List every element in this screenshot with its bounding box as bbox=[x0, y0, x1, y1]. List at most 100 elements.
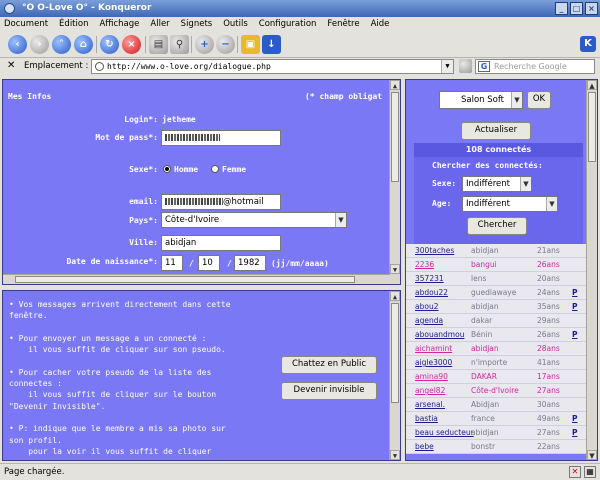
chat-public-button[interactable]: Chattez en Public bbox=[281, 356, 377, 374]
user-pseudo-link[interactable]: 357231 bbox=[415, 272, 444, 286]
scroll-up-icon[interactable]: ▲ bbox=[587, 80, 597, 90]
scroll-up-icon[interactable]: ▲ bbox=[390, 291, 400, 301]
menu-affichage[interactable]: Affichage bbox=[99, 17, 139, 31]
sidebar-sex-select[interactable]: Indifférent ▼ bbox=[462, 176, 532, 192]
sex-radio-homme[interactable] bbox=[163, 165, 171, 173]
date-format-hint: (jj/mm/aaaa) bbox=[271, 259, 329, 268]
birth-year-field[interactable]: 1982 bbox=[234, 255, 266, 271]
list-item: abdou22 guediawaye 24ans P bbox=[406, 286, 586, 300]
user-pseudo-link[interactable]: abdou22 bbox=[415, 286, 448, 300]
user-photo-link[interactable]: P bbox=[572, 300, 578, 314]
user-pseudo-link[interactable]: 300taches bbox=[415, 244, 454, 258]
menu-configuration[interactable]: Configuration bbox=[259, 17, 317, 31]
url-input[interactable]: http://www.o-love.org/dialogue.php ▼ bbox=[91, 59, 454, 74]
download-icon[interactable]: ↓ bbox=[262, 35, 281, 54]
menu-document[interactable]: Document bbox=[4, 17, 48, 31]
chevron-down-icon: ▼ bbox=[511, 92, 522, 108]
required-note: (* champ obligat bbox=[305, 92, 383, 101]
find-icon[interactable]: ⚲ bbox=[170, 35, 189, 54]
sex-radio-femme[interactable] bbox=[211, 165, 219, 173]
back-arrow-icon[interactable]: ‹ bbox=[8, 35, 27, 54]
menu-signets[interactable]: Signets bbox=[181, 17, 213, 31]
scroll-down-icon[interactable]: ▼ bbox=[587, 450, 597, 460]
user-pseudo-link[interactable]: agenda bbox=[415, 314, 443, 328]
birth-day-field[interactable]: 11 bbox=[161, 255, 183, 271]
user-pseudo-link[interactable]: aigle3000 bbox=[415, 356, 452, 370]
split-view-icon[interactable]: ▦ bbox=[584, 466, 596, 478]
salon-select[interactable]: Salon Soft ▼ bbox=[439, 91, 523, 109]
up-arrow-icon[interactable]: ˄ bbox=[52, 35, 71, 54]
location-label: Emplacement : bbox=[24, 61, 89, 71]
user-photo-link[interactable]: P bbox=[572, 286, 578, 300]
menu-fenetre[interactable]: Fenêtre bbox=[327, 17, 359, 31]
country-select[interactable]: Côte-d'Ivoire ▼ bbox=[161, 212, 347, 228]
user-pseudo-link[interactable]: arsenal. bbox=[415, 398, 445, 412]
user-age: 17ans bbox=[537, 372, 560, 381]
user-pseudo-link[interactable]: amina90 bbox=[415, 370, 448, 384]
close-window-button[interactable]: × bbox=[585, 2, 598, 15]
user-city: Abidjan bbox=[471, 400, 500, 409]
profile-vertical-scrollbar[interactable]: ▲ ▼ bbox=[389, 80, 400, 284]
refresh-button[interactable]: Actualiser bbox=[461, 122, 531, 140]
forward-arrow-icon[interactable]: › bbox=[30, 35, 49, 54]
user-pseudo-link[interactable]: abouandmou bbox=[415, 328, 464, 342]
menu-aide[interactable]: Aide bbox=[371, 17, 390, 31]
minimize-button[interactable]: _ bbox=[555, 2, 568, 15]
become-invisible-button[interactable]: Devenir invisible bbox=[281, 382, 377, 400]
scroll-down-icon[interactable]: ▼ bbox=[390, 264, 400, 274]
salon-value: Salon Soft bbox=[460, 95, 505, 105]
sidebar-vertical-scrollbar[interactable]: ▲ ▼ bbox=[586, 80, 597, 460]
kde-logo-icon: K bbox=[580, 36, 596, 52]
user-pseudo-link[interactable]: abou2 bbox=[415, 300, 438, 314]
close-view-icon[interactable]: ✕ bbox=[569, 466, 581, 478]
scroll-thumb[interactable] bbox=[588, 92, 596, 162]
user-pseudo-link[interactable]: aichamint bbox=[415, 342, 452, 356]
window-titlebar[interactable]: °O O-Love O° - Konqueror _ □ × bbox=[0, 0, 600, 17]
scroll-up-icon[interactable]: ▲ bbox=[390, 80, 400, 90]
reload-icon[interactable]: ↻ bbox=[100, 35, 119, 54]
ok-button[interactable]: OK bbox=[527, 91, 551, 109]
email-field[interactable]: @hotmail bbox=[161, 194, 281, 210]
messages-area: • Vos messages arrivent directement dans… bbox=[9, 299, 272, 460]
zoom-out-icon[interactable]: − bbox=[216, 35, 235, 54]
user-photo-link[interactable]: P bbox=[572, 426, 578, 440]
scroll-thumb[interactable] bbox=[391, 303, 399, 403]
user-pseudo-link[interactable]: beau seducteur bbox=[415, 426, 474, 440]
city-field[interactable]: abidjan bbox=[161, 235, 281, 251]
menu-outils[interactable]: Outils bbox=[223, 17, 248, 31]
scroll-down-icon[interactable]: ▼ bbox=[390, 450, 400, 460]
search-users-button[interactable]: Chercher bbox=[467, 217, 527, 235]
sidebar-age-label: Age: bbox=[432, 199, 452, 208]
menu-edition[interactable]: Édition bbox=[59, 17, 88, 31]
page-icon bbox=[95, 62, 104, 71]
date-separator: / bbox=[227, 259, 232, 268]
print-icon[interactable]: ▤ bbox=[149, 35, 168, 54]
maximize-button[interactable]: □ bbox=[570, 2, 583, 15]
user-pseudo-link[interactable]: angel82 bbox=[415, 384, 445, 398]
chevron-down-icon[interactable]: ▼ bbox=[441, 60, 453, 73]
go-icon[interactable] bbox=[459, 59, 472, 73]
user-photo-link[interactable]: P bbox=[572, 328, 578, 342]
lock-icon[interactable]: ▣ bbox=[241, 35, 260, 54]
search-input[interactable]: G Recherche Google bbox=[475, 59, 595, 74]
zoom-in-icon[interactable]: + bbox=[195, 35, 214, 54]
user-pseudo-link[interactable]: bebe bbox=[415, 440, 434, 454]
password-field[interactable] bbox=[161, 130, 281, 146]
menu-aller[interactable]: Aller bbox=[150, 17, 169, 31]
user-city: france bbox=[471, 414, 495, 423]
scroll-thumb[interactable] bbox=[15, 276, 355, 283]
user-pseudo-link[interactable]: 2236 bbox=[415, 258, 434, 272]
user-age: 26ans bbox=[537, 330, 560, 339]
scroll-thumb[interactable] bbox=[391, 92, 399, 182]
stop-icon[interactable]: × bbox=[122, 35, 141, 54]
list-item: 2236 bangui 26ans bbox=[406, 258, 586, 272]
profile-horizontal-scrollbar[interactable] bbox=[3, 274, 390, 284]
user-age: 29ans bbox=[537, 316, 560, 325]
user-photo-link[interactable]: P bbox=[572, 412, 578, 426]
messages-vertical-scrollbar[interactable]: ▲ ▼ bbox=[389, 291, 400, 460]
sidebar-age-select[interactable]: Indifférent ▼ bbox=[462, 196, 558, 212]
birth-month-field[interactable]: 10 bbox=[198, 255, 220, 271]
user-pseudo-link[interactable]: bastia bbox=[415, 412, 438, 426]
clear-location-icon[interactable]: ✕ bbox=[7, 60, 19, 72]
home-icon[interactable]: ⌂ bbox=[74, 35, 93, 54]
